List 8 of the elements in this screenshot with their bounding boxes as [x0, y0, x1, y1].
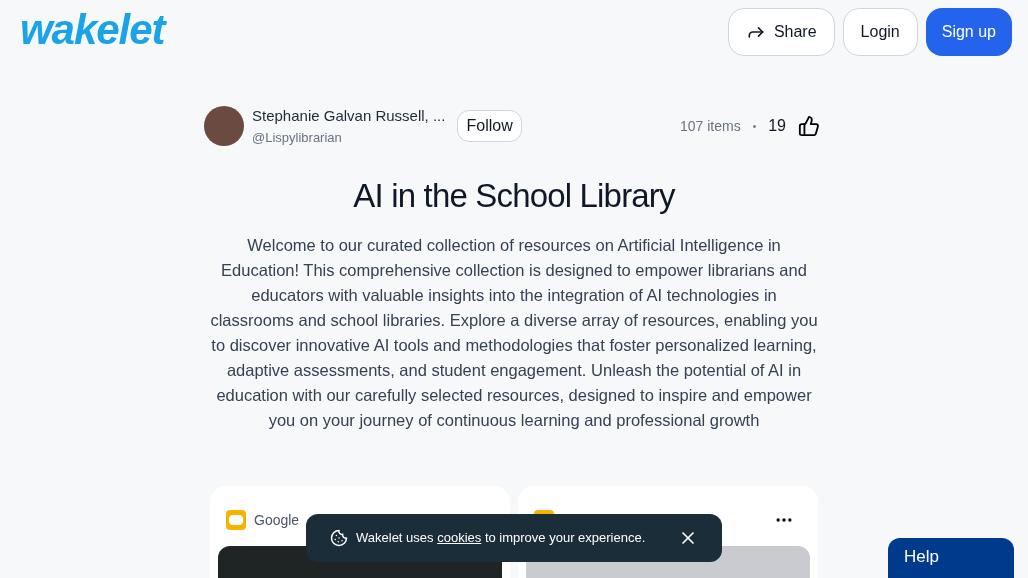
source-label: Google: [254, 510, 300, 530]
likes-count: 19: [768, 116, 786, 136]
separator-dot: •: [752, 119, 757, 134]
items-count: 107 items: [680, 116, 741, 136]
collection-description: Welcome to our curated collection of resources on Artificial Intelligence in Education! This comprehensive collection is designed to empower librarians and educators with valuable insights into the integration of AI technologies in classrooms and school libraries. Explore a diverse array of resources, enabling you to discover innovative AI tools and methodologies that foster personalized learning, adaptive assessments, and student engagement. Unleash the potential of AI in education with our carefully selected resources, designed to inspire and empower you on your journey of continuous learning and professional growth: [209, 234, 819, 431]
collection-title: AI in the School Library: [352, 176, 677, 216]
cookie-message: Wakelet uses cookies to improve your experience.: [356, 529, 646, 548]
author-handle: @Lispylibrarian: [252, 128, 343, 147]
